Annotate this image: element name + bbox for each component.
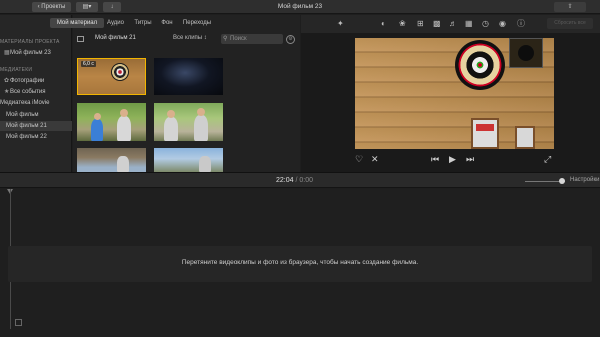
drop-hint-text: Перетяните видеоклипы и фото из браузера… xyxy=(181,259,419,266)
person-figure xyxy=(117,116,131,141)
play-icon[interactable]: ▶ xyxy=(449,154,456,164)
magic-wand-icon[interactable]: ✦ xyxy=(337,19,344,29)
clip-thumbnail[interactable] xyxy=(77,103,146,141)
sidebar-item-label: Медиатека iMovie xyxy=(0,100,50,106)
window-title: Мой фильм 23 xyxy=(277,3,323,10)
person-figure xyxy=(199,156,211,172)
wall-box xyxy=(509,38,543,68)
skip-back-icon[interactable]: ⏮ xyxy=(431,154,439,164)
fullscreen-icon[interactable]: ⤢ xyxy=(544,154,551,164)
zoom-slider-knob[interactable] xyxy=(559,178,565,184)
favorite-heart-icon[interactable]: ♡ xyxy=(355,154,363,164)
video-preview-frame[interactable] xyxy=(355,38,554,149)
sidebar-item-event[interactable]: Мой фильм 22 xyxy=(0,132,72,142)
dartboard-image xyxy=(455,40,505,90)
clip-thumbnail[interactable] xyxy=(154,103,223,141)
wall-certificate xyxy=(471,118,499,149)
settings-button[interactable]: Настройки xyxy=(570,177,599,183)
search-input[interactable]: ⚲ Поиск xyxy=(221,34,283,44)
reject-icon[interactable]: ✕ xyxy=(371,154,379,164)
crop-icon[interactable]: ⊞ xyxy=(417,19,424,29)
sidebar-item-imovie-library[interactable]: Медиатека iMovie xyxy=(0,98,72,108)
person-head xyxy=(197,108,205,116)
sidebar-item-all-events[interactable]: ★Все события xyxy=(0,87,72,97)
color-balance-icon[interactable]: ◐ xyxy=(381,19,386,29)
share-button[interactable]: ⇧ xyxy=(554,2,586,12)
noise-reduction-icon[interactable]: ▦ xyxy=(465,19,473,29)
timecode-separator: / xyxy=(295,177,298,184)
search-placeholder: Поиск xyxy=(230,36,247,42)
library-sidebar: МАТЕРИАЛЫ ПРОЕКТА ▦Мой фильм 23 МЕДИАТЕК… xyxy=(0,15,72,172)
clip-thumbnail[interactable] xyxy=(77,148,146,172)
person-figure xyxy=(91,119,103,141)
person-figure xyxy=(194,115,208,141)
wall-certificate xyxy=(515,126,535,149)
tab-backgrounds[interactable]: Фон xyxy=(159,18,175,28)
sidebar-item-label: Мой фильм 22 xyxy=(6,134,47,140)
total-time: 0:00 xyxy=(299,177,314,184)
audio-track-icon[interactable] xyxy=(15,319,22,326)
sidebar-item-label: Фотографии xyxy=(10,78,45,84)
clip-thumbnail[interactable] xyxy=(154,58,223,95)
filter-icon[interactable]: ◉ xyxy=(499,19,506,29)
libraries-header: МЕДИАТЕКИ xyxy=(0,67,33,73)
volume-icon[interactable]: ♬ xyxy=(449,19,457,29)
timeline-drop-zone[interactable]: Перетяните видеоклипы и фото из браузера… xyxy=(8,246,592,282)
adjustment-toolbar: ✦ ◐ ❀ ⊞ ▩ ♬ ▦ ◷ ◉ ⓘ Сбросить все xyxy=(301,15,600,33)
share-icon: ⇧ xyxy=(567,4,573,10)
wall-box-dial xyxy=(518,45,534,61)
sidebar-item-label: Мой фильм xyxy=(6,112,39,118)
person-head xyxy=(94,113,101,120)
sidebar-toggle-icon[interactable] xyxy=(77,36,84,42)
sidebar-item-event-selected[interactable]: Мой фильм 21 xyxy=(0,121,72,131)
person-head xyxy=(120,109,128,117)
sidebar-item-label: Мой фильм 23 xyxy=(10,50,51,56)
current-time: 22:04 xyxy=(276,177,294,184)
tab-transitions[interactable]: Переходы xyxy=(181,18,213,28)
project-media-header: МАТЕРИАЛЫ ПРОЕКТА xyxy=(0,39,60,45)
person-figure xyxy=(117,156,129,172)
info-icon[interactable]: ⓘ xyxy=(517,19,525,29)
tab-audio[interactable]: Аудио xyxy=(106,18,125,28)
certificate-stripe xyxy=(476,124,494,131)
browser-title: Мой фильм 21 xyxy=(95,35,136,41)
media-browser: Мой материал Аудио Титры Фон Переходы Мо… xyxy=(50,15,300,172)
timeline-header: 22:04 / 0:00 Настройки xyxy=(0,172,600,188)
viewer: ♡ ✕ ⏮ ▶ ⏭ ⤢ xyxy=(301,33,600,172)
browser-toolbar: Мой фильм 21 Все клипы ↕ ⚲ Поиск ⚙ xyxy=(73,33,300,46)
title-bar: ‹ Проекты ▤▾ ↓ Мой фильм 23 ⇧ xyxy=(0,0,600,14)
sidebar-item-label: Мой фильм 21 xyxy=(6,123,47,129)
sidebar-item-photos[interactable]: ✿Фотографии xyxy=(0,76,72,86)
reset-all-button[interactable]: Сбросить все xyxy=(547,18,593,29)
clip-duration-badge: 6,0 с xyxy=(81,61,96,67)
clip-thumbnail[interactable] xyxy=(154,148,223,172)
person-head xyxy=(167,110,175,118)
sidebar-item-event[interactable]: Мой фильм xyxy=(0,110,72,120)
search-icon: ⚲ xyxy=(223,36,228,42)
dartboard-image xyxy=(111,63,129,81)
speed-icon[interactable]: ◷ xyxy=(482,19,489,29)
timeline[interactable]: Перетяните видеоклипы и фото из браузера… xyxy=(0,189,600,337)
clip-filter-select[interactable]: Все клипы ↕ xyxy=(173,35,207,41)
stabilization-icon[interactable]: ▩ xyxy=(433,19,441,29)
tab-my-media[interactable]: Мой материал xyxy=(50,18,104,28)
timecode: 22:04 / 0:00 xyxy=(276,177,313,184)
gear-icon[interactable]: ⚙ xyxy=(286,35,295,44)
color-correction-icon[interactable]: ❀ xyxy=(399,19,406,29)
sidebar-item-label: Все события xyxy=(10,89,46,95)
tab-titles[interactable]: Титры xyxy=(132,18,154,28)
browser-tabs: Мой материал Аудио Титры Фон Переходы xyxy=(50,15,300,32)
person-figure xyxy=(164,117,178,141)
skip-forward-icon[interactable]: ⏭ xyxy=(466,154,474,164)
clip-thumbnail-selected[interactable]: 6,0 с xyxy=(77,58,146,95)
sidebar-item-project[interactable]: ▦Мой фильм 23 xyxy=(0,48,72,58)
